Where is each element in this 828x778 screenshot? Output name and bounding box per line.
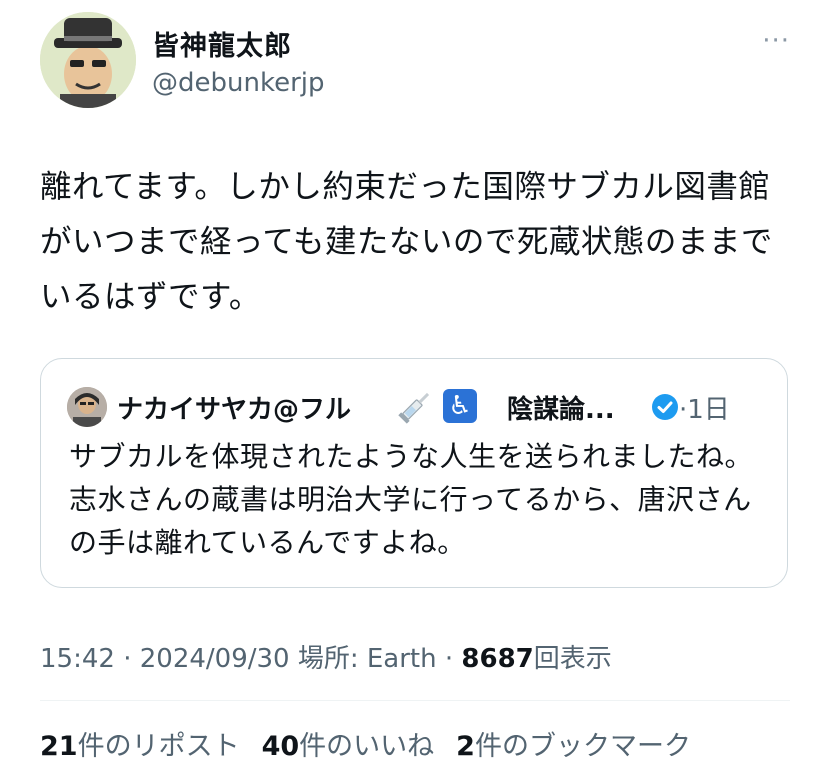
verified-badge-icon — [652, 394, 678, 420]
meta-separator: · — [114, 644, 140, 674]
repost-label: 件のリポスト — [77, 731, 240, 762]
quoted-author-name: ナカイサヤカ@フル — [117, 395, 352, 425]
syringe-icon — [398, 392, 430, 424]
tweet-time[interactable]: 15:42 — [40, 644, 115, 674]
meta-separator: · — [436, 644, 462, 674]
tweet-text: 離れてます。しかし約束だった国際サブカル図書館がいつまで経っても建たないので死蔵… — [40, 169, 773, 315]
author-name[interactable]: 皆神龍太郎 — [152, 24, 292, 63]
view-count-label: 回表示 — [533, 644, 612, 674]
quoted-tweet[interactable]: ナカイサヤカ@フル ♿ 陰謀論... ·1日 サブカルを体現されたような人生を送… — [40, 358, 788, 588]
tweet-header: 皆神龍太郎 @debunkerjp ··· — [40, 12, 790, 112]
quoted-avatar-illustration — [67, 387, 107, 427]
quoted-tweet-text: サブカルを体現されたような人生を送られましたね。志水さんの蔵書は明治大学に行って… — [69, 440, 754, 559]
avatar-illustration — [40, 12, 136, 108]
more-options-icon[interactable]: ··· — [762, 26, 790, 56]
quoted-tweet-header: ナカイサヤカ@フル ♿ 陰謀論... ·1日 — [67, 387, 767, 427]
like-count-link[interactable]: 40件のいいね — [262, 731, 435, 762]
divider — [40, 700, 790, 701]
quoted-author-bio: 陰謀論... — [507, 395, 615, 425]
accessibility-icon: ♿ — [443, 389, 477, 423]
repost-count: 21 — [40, 731, 78, 762]
bookmark-count-link[interactable]: 2件のブックマーク — [456, 731, 691, 762]
tweet-location: 場所: Earth — [289, 644, 437, 674]
bookmark-count: 2 — [456, 731, 475, 762]
engagement-stats: 21件のリポスト 40件のいいね 2件のブックマーク — [40, 724, 691, 763]
view-count: 8687 — [461, 644, 534, 674]
quoted-timestamp: ·1日 — [679, 395, 730, 425]
bookmark-label: 件のブックマーク — [474, 731, 691, 762]
tweet-date[interactable]: 2024/09/30 — [140, 644, 290, 674]
author-avatar[interactable] — [40, 12, 136, 108]
like-label: 件のいいね — [299, 731, 435, 762]
author-handle[interactable]: @debunkerjp — [152, 68, 325, 98]
tweet-meta: 15:42 · 2024/09/30 場所: Earth · 8687回表示 — [40, 638, 612, 675]
repost-count-link[interactable]: 21件のリポスト — [40, 731, 240, 762]
quoted-author-avatar — [67, 387, 107, 427]
like-count: 40 — [261, 731, 300, 762]
